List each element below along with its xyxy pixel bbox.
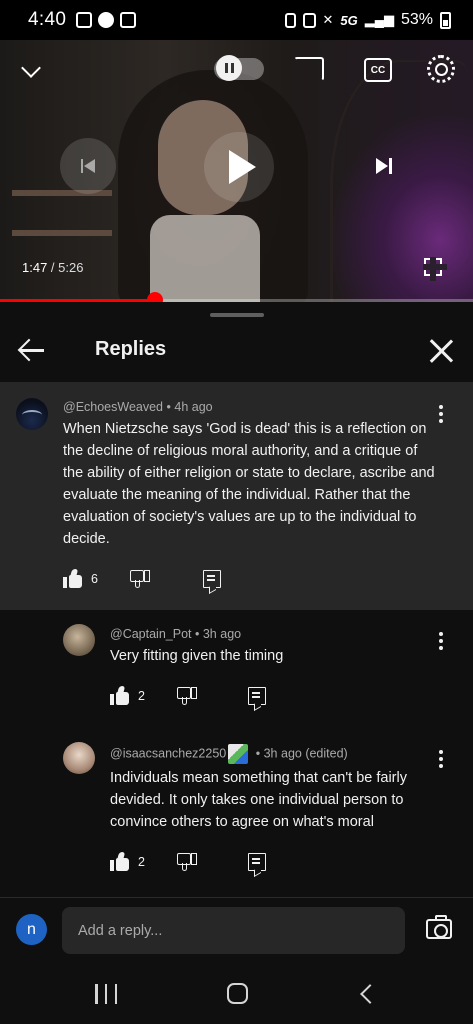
reply-comment-icon[interactable] xyxy=(248,687,266,705)
more-options-icon[interactable] xyxy=(431,630,451,652)
network-type: 5G xyxy=(340,12,358,28)
fullscreen-icon[interactable] xyxy=(423,257,447,281)
more-options-icon[interactable] xyxy=(431,748,451,770)
video-frame-shelf xyxy=(12,230,112,236)
reply-comment-icon[interactable] xyxy=(203,570,221,588)
meta-separator: • xyxy=(166,400,171,414)
nfc-icon xyxy=(302,12,316,28)
like-thumb-up-icon[interactable] xyxy=(110,686,130,706)
like-count: 2 xyxy=(138,689,145,703)
reply-author[interactable]: @isaacsanchez2250 xyxy=(110,746,226,760)
replies-panel: Replies @EchoesWeaved • 4h ago When Niet… xyxy=(0,302,473,897)
avatar[interactable] xyxy=(16,398,48,430)
video-frame-shirt xyxy=(150,215,260,302)
back-arrow-icon[interactable] xyxy=(18,337,46,363)
gallery-icon xyxy=(76,12,93,28)
mute-icon: ✕ xyxy=(322,12,334,27)
video-time: 1:47 / 5:26 xyxy=(22,260,83,275)
comment-age: 4h ago xyxy=(174,400,213,414)
reply-age: 3h ago xyxy=(202,627,242,641)
status-bar: 4:40 ✕ 5G ▂▄▆ 53% xyxy=(0,0,473,40)
status-notification-icons xyxy=(76,12,137,28)
status-system-icons: ✕ 5G ▂▄▆ 53% xyxy=(284,11,451,29)
profile-badge-image xyxy=(228,744,249,764)
like-thumb-up-icon[interactable] xyxy=(110,852,130,872)
app-notification-icon xyxy=(98,12,115,28)
reply-author[interactable]: @Captain_Pot xyxy=(110,627,192,641)
video-player[interactable]: CC 1:47 / 5:26 xyxy=(0,40,473,302)
back-chevron-icon[interactable] xyxy=(360,984,380,1004)
comment-actions: 6 xyxy=(63,567,221,591)
captions-cc-icon[interactable]: CC xyxy=(364,58,392,82)
like-thumb-up-icon[interactable] xyxy=(63,569,83,589)
time-separator: / xyxy=(47,260,59,275)
play-button[interactable] xyxy=(204,132,274,202)
user-avatar[interactable]: n xyxy=(16,914,47,945)
system-nav-bar xyxy=(0,963,473,1024)
battery-percent: 53% xyxy=(400,11,433,28)
avatar[interactable] xyxy=(63,742,95,774)
meta-separator: • xyxy=(255,746,261,761)
previous-video-icon[interactable] xyxy=(60,138,116,194)
dislike-thumb-down-icon[interactable] xyxy=(129,569,150,589)
reply-actions: 2 xyxy=(110,684,266,708)
close-icon[interactable] xyxy=(428,338,454,364)
like-count: 2 xyxy=(138,855,145,869)
current-time: 1:47 xyxy=(22,260,48,275)
cast-icon[interactable] xyxy=(294,57,324,81)
minimize-chevron-down-icon[interactable] xyxy=(18,58,44,84)
reply-text: Individuals mean something that can't be… xyxy=(110,770,407,830)
status-time: 4:40 xyxy=(28,9,67,30)
progress-scrubber[interactable] xyxy=(147,292,164,302)
comment-meta: @EchoesWeaved • 4h ago xyxy=(63,400,213,414)
pause-icon xyxy=(216,55,242,81)
home-icon[interactable] xyxy=(227,983,248,1004)
parent-comment: @EchoesWeaved • 4h ago When Nietzsche sa… xyxy=(0,382,473,610)
settings-gear-icon[interactable] xyxy=(427,55,455,83)
battery-icon xyxy=(440,11,451,29)
calendar-icon xyxy=(120,12,137,28)
comment-text: When Nietzsche says 'God is dead' this i… xyxy=(63,421,435,547)
duration: 5:26 xyxy=(58,260,84,275)
reply-comment-icon[interactable] xyxy=(248,853,266,871)
autoplay-toggle[interactable] xyxy=(214,55,264,81)
reply-input[interactable] xyxy=(62,907,405,954)
reply-input-bar: n xyxy=(0,897,473,963)
panel-title: Replies xyxy=(95,338,167,360)
recent-apps-icon[interactable] xyxy=(95,984,117,1004)
signal-icon: ▂▄▆ xyxy=(364,12,394,27)
reply-text: Very fitting given the timing xyxy=(110,648,284,664)
camera-icon[interactable] xyxy=(426,915,452,939)
alarm-icon xyxy=(284,12,296,28)
reply-actions: 2 xyxy=(110,850,266,874)
comment-author[interactable]: @EchoesWeaved xyxy=(63,400,163,414)
reply-age: 3h ago (edited) xyxy=(263,746,348,761)
reply-meta: @Captain_Pot • 3h ago xyxy=(110,627,241,641)
more-options-icon[interactable] xyxy=(431,403,451,425)
dislike-thumb-down-icon[interactable] xyxy=(176,686,197,706)
avatar[interactable] xyxy=(63,624,95,656)
reply-meta: @isaacsanchez2250 • 3h ago (edited) xyxy=(110,744,348,764)
panel-header: Replies xyxy=(0,322,473,380)
like-count: 6 xyxy=(91,572,98,586)
dislike-thumb-down-icon[interactable] xyxy=(176,852,197,872)
next-video-icon[interactable] xyxy=(356,138,412,194)
meta-separator: • xyxy=(194,627,200,641)
drag-handle[interactable] xyxy=(210,313,264,317)
